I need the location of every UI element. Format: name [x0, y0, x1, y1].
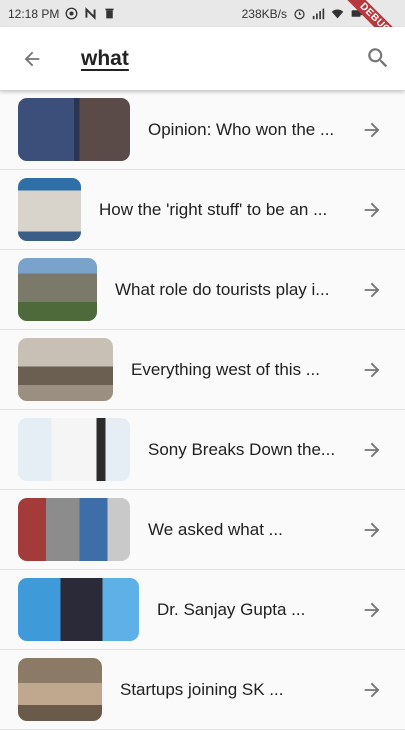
arrow-back-icon	[24, 51, 40, 66]
alarm-icon	[294, 9, 305, 20]
item-title: Dr. Sanjay Gupta ...	[157, 599, 306, 619]
network-speed: 238KB/s	[241, 6, 287, 21]
thumbnail-image	[18, 658, 102, 721]
app-bar: what	[0, 27, 405, 90]
thumbnail-image	[18, 338, 113, 401]
thumbnail-image	[18, 418, 130, 481]
thumbnail-image	[18, 578, 139, 641]
item-title: Opinion: Who won the ...	[148, 119, 335, 139]
thumbnail-image	[18, 258, 97, 321]
arrow-forward-icon	[364, 202, 380, 218]
item-title: How the 'right stuff' to be an ...	[99, 199, 328, 219]
arrow-forward-icon	[364, 682, 380, 698]
arrow-forward-icon	[364, 522, 380, 538]
item-title: We asked what ...	[148, 519, 283, 539]
arrow-forward-icon	[364, 282, 380, 298]
battery-icon	[351, 10, 363, 17]
status-time: 12:18 PM	[8, 6, 60, 21]
n-app-icon	[85, 7, 96, 20]
item-title: Sony Breaks Down the...	[148, 439, 336, 459]
item-title: Startups joining SK ...	[120, 679, 284, 699]
arrow-forward-icon	[364, 442, 380, 458]
item-title: Everything west of this ...	[131, 359, 320, 379]
back-button[interactable]	[0, 27, 64, 90]
item-title: What role do tourists play i...	[115, 279, 330, 299]
trash-icon	[105, 8, 114, 19]
list-item[interactable]: What role do tourists play i...	[0, 250, 405, 330]
results-list: Opinion: Who won the ... How the 'right …	[0, 90, 405, 730]
arrow-forward-icon	[364, 362, 380, 378]
whatsapp-icon	[65, 7, 78, 20]
wifi-icon	[331, 9, 344, 19]
status-bar: 12:18 PM 238KB/s DEBUG	[0, 0, 405, 50]
list-item[interactable]: Startups joining SK ...	[0, 650, 405, 730]
list-item[interactable]: Sony Breaks Down the...	[0, 410, 405, 490]
thumbnail-image	[18, 98, 130, 161]
search-query[interactable]: what	[81, 47, 129, 71]
list-item[interactable]: How the 'right stuff' to be an ...	[0, 170, 405, 250]
list-item[interactable]: Opinion: Who won the ...	[0, 90, 405, 170]
list-item[interactable]: We asked what ...	[0, 490, 405, 570]
signal-icon	[312, 8, 325, 20]
thumbnail-image	[18, 178, 81, 241]
search-icon[interactable]	[365, 45, 391, 71]
arrow-forward-icon	[364, 122, 380, 138]
list-item[interactable]: Everything west of this ...	[0, 330, 405, 410]
list-item[interactable]: Dr. Sanjay Gupta ...	[0, 570, 405, 650]
arrow-forward-icon	[364, 602, 380, 618]
thumbnail-image	[18, 498, 130, 561]
